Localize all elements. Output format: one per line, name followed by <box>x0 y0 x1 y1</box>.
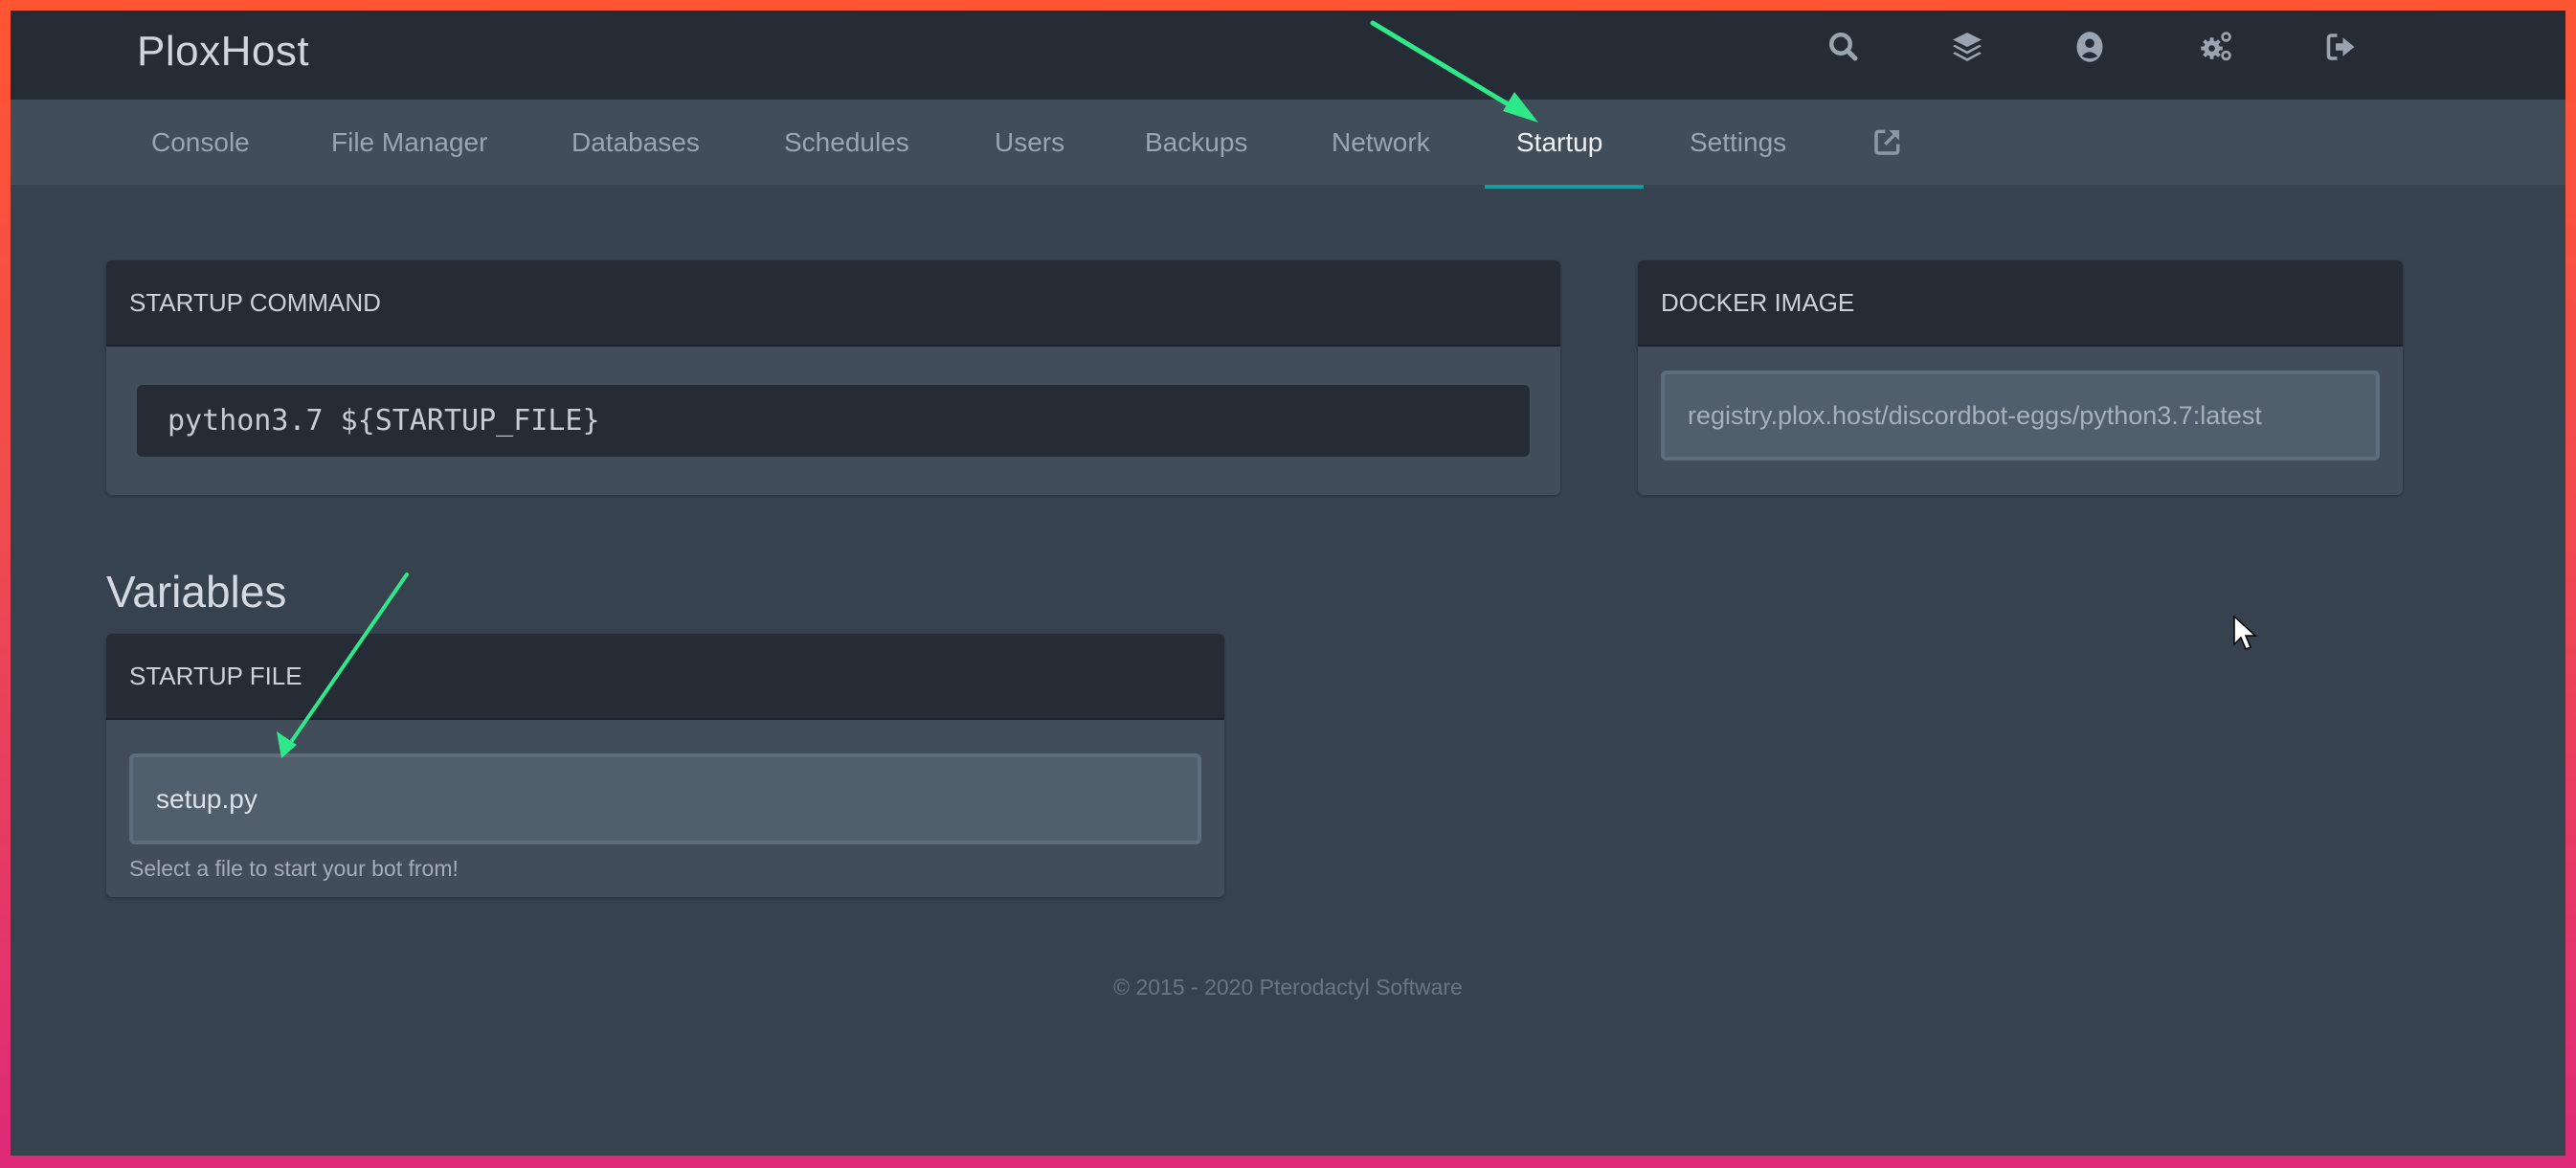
mouse-cursor-icon <box>2233 616 2257 650</box>
tab-schedules[interactable]: Schedules <box>784 100 909 185</box>
startup-command-card: Startup Command python3.7 ${STARTUP_FILE… <box>106 260 1560 495</box>
docker-image-card: Docker Image registry.plox.host/discordb… <box>1638 260 2403 495</box>
variable-title: Startup File <box>129 662 302 690</box>
variables-heading: Variables <box>106 567 287 617</box>
search-icon[interactable] <box>1826 30 1861 64</box>
card-header: Docker Image <box>1638 260 2403 347</box>
active-tab-indicator <box>1485 185 1644 189</box>
docker-image-field[interactable]: registry.plox.host/discordbot-eggs/pytho… <box>1661 371 2380 460</box>
layers-icon[interactable] <box>1950 30 1984 64</box>
sign-out-icon[interactable] <box>2324 30 2359 64</box>
startup-command-display: python3.7 ${STARTUP_FILE} <box>137 385 1530 457</box>
tab-users[interactable]: Users <box>995 100 1064 185</box>
startup-file-input[interactable]: setup.py <box>129 753 1201 844</box>
server-nav: Console File Manager Databases Schedules… <box>11 100 2565 189</box>
docker-image-title: Docker Image <box>1661 288 1855 317</box>
tab-network[interactable]: Network <box>1332 100 1430 185</box>
external-link-icon[interactable] <box>1872 126 1903 157</box>
startup-command-title: Startup Command <box>129 288 381 317</box>
tab-backups[interactable]: Backups <box>1145 100 1247 185</box>
tab-file-manager[interactable]: File Manager <box>331 100 487 185</box>
variable-description: Select a file to start your bot from! <box>129 856 459 881</box>
footer-copyright: © 2015 - 2020 Pterodactyl Software <box>1113 975 1463 1000</box>
tab-databases[interactable]: Databases <box>571 100 700 185</box>
app-window: PloxHost Console File Manager Databases … <box>11 11 2565 1156</box>
card-header: Startup Command <box>106 260 1560 347</box>
top-header: PloxHost <box>11 11 2565 100</box>
tab-startup[interactable]: Startup <box>1516 100 1602 185</box>
brand-logo[interactable]: PloxHost <box>137 28 309 76</box>
variable-card-startup-file: Startup File setup.py Select a file to s… <box>106 634 1224 897</box>
tab-console[interactable]: Console <box>151 100 250 185</box>
tab-settings[interactable]: Settings <box>1690 100 1786 185</box>
cogs-icon[interactable] <box>2199 30 2233 64</box>
card-header: Startup File <box>106 634 1224 720</box>
user-circle-icon[interactable] <box>2072 30 2107 64</box>
